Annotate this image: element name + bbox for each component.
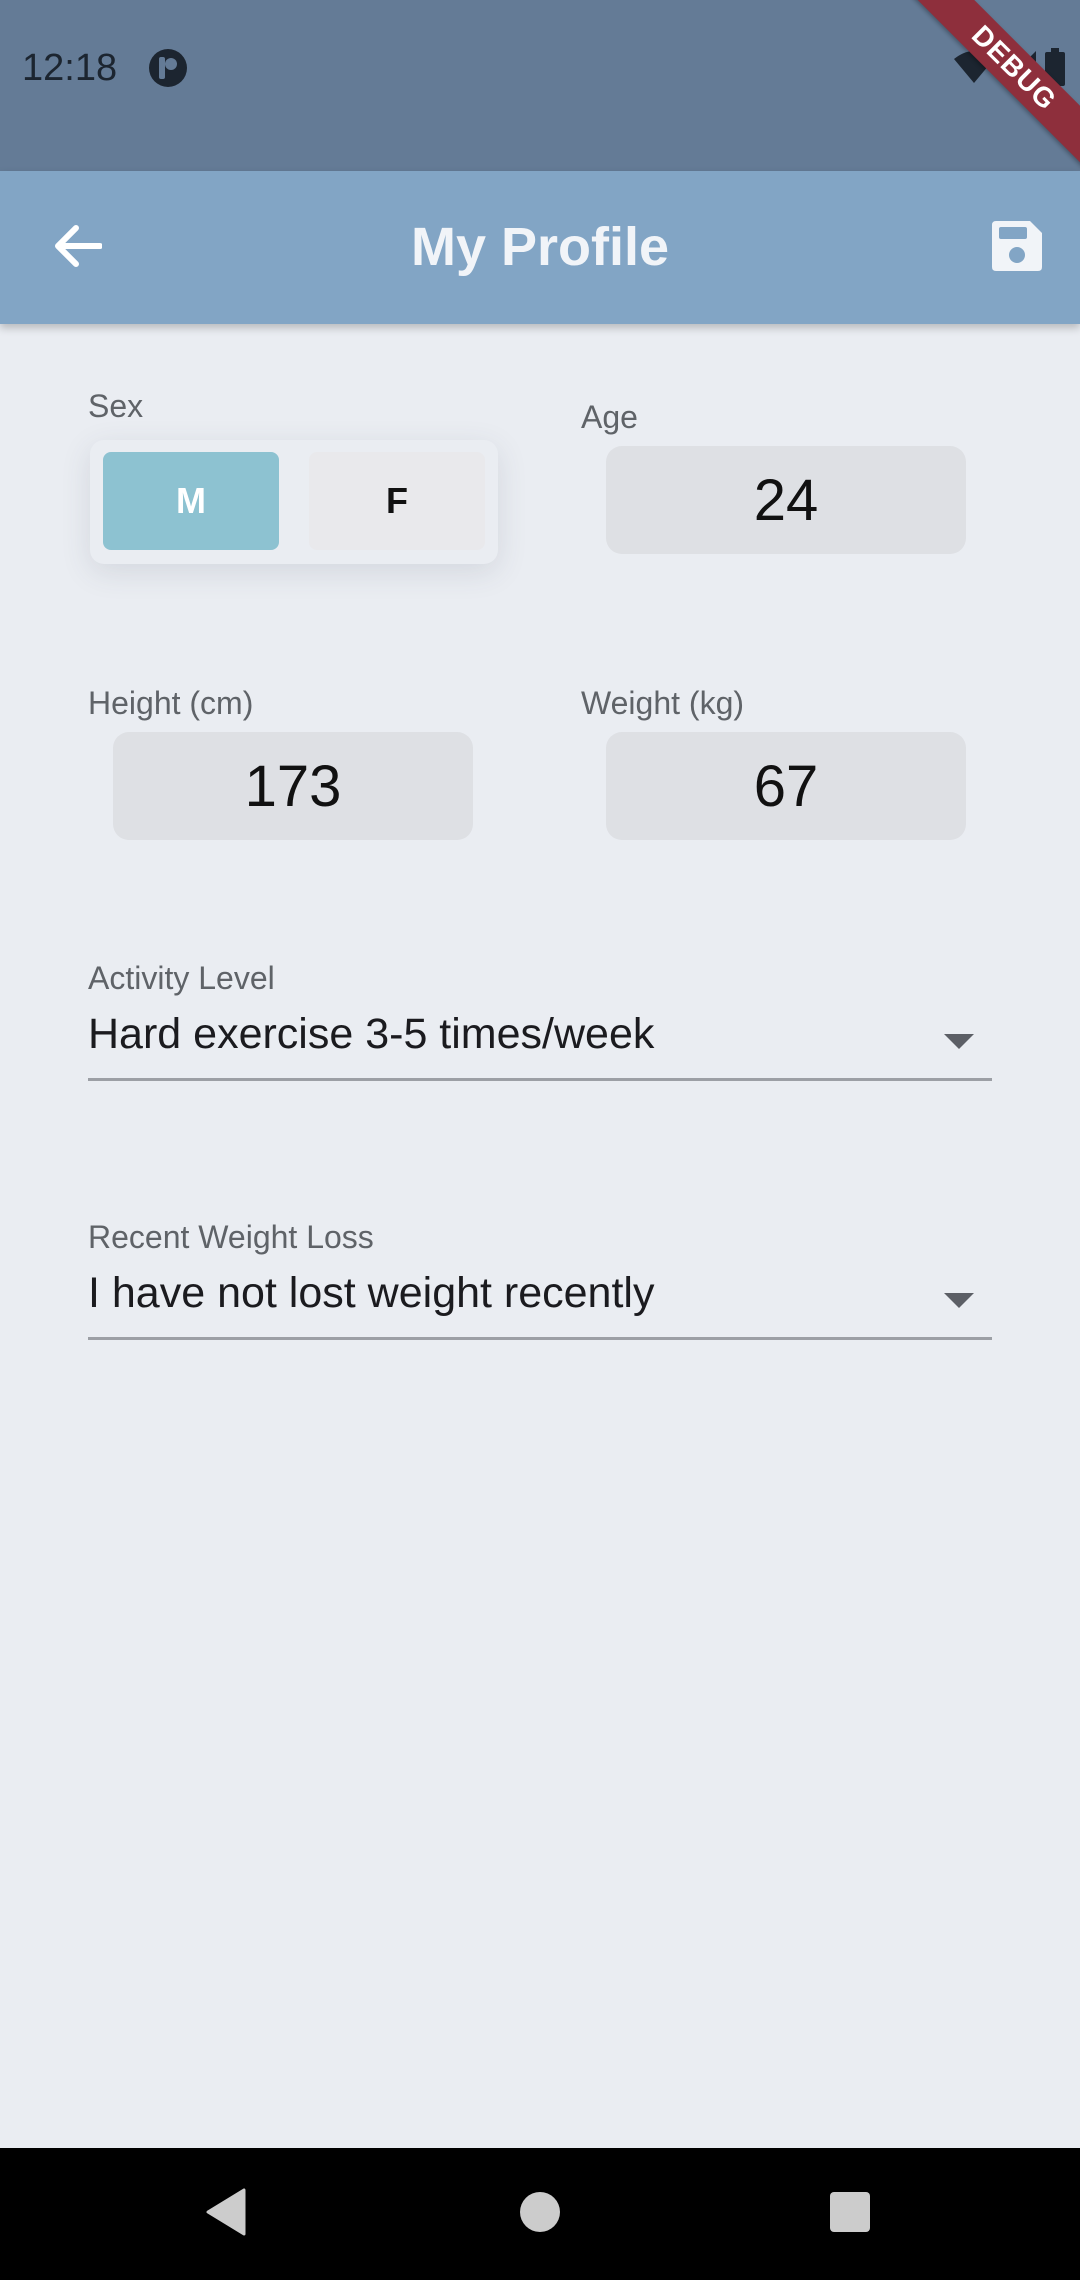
back-button[interactable] (40, 211, 114, 285)
sex-toggle: M F (90, 440, 498, 564)
battery-icon (1044, 48, 1066, 91)
page-title: My Profile (410, 217, 670, 277)
signal-icon (1002, 49, 1038, 90)
activity-level-label: Activity Level (88, 960, 275, 996)
system-nav-bar (0, 2148, 1080, 2280)
nav-home-button[interactable] (496, 2170, 584, 2258)
save-button[interactable] (978, 209, 1056, 287)
wifi-icon (952, 49, 996, 90)
save-icon (990, 219, 1044, 278)
status-time: 12:18 (22, 47, 118, 89)
sex-option-male[interactable]: M (103, 452, 279, 550)
activity-level-dropdown[interactable]: Activity Level Hard exercise 3-5 times/w… (88, 960, 992, 1081)
recent-weight-loss-dropdown[interactable]: Recent Weight Loss I have not lost weigh… (88, 1219, 992, 1340)
arrow-back-icon (52, 224, 103, 273)
age-field[interactable]: 24 (606, 446, 966, 554)
dropdown-arrow-icon (944, 1293, 974, 1308)
recent-weight-loss-label: Recent Weight Loss (88, 1219, 374, 1255)
recents-square-icon (828, 2190, 872, 2239)
status-icons (952, 48, 1066, 91)
activity-level-value: Hard exercise 3-5 times/week (88, 1010, 655, 1058)
nav-recents-button[interactable] (806, 2170, 894, 2258)
age-label: Age (581, 399, 638, 435)
app-bar: My Profile (0, 171, 1080, 324)
weight-field[interactable]: 67 (606, 732, 966, 840)
sex-label: Sex (88, 388, 144, 424)
height-label: Height (cm) (88, 685, 254, 721)
height-field[interactable]: 173 (113, 732, 473, 840)
back-triangle-icon (204, 2188, 248, 2241)
recent-weight-loss-value: I have not lost weight recently (88, 1269, 655, 1317)
dropdown-arrow-icon (944, 1034, 974, 1049)
weight-label: Weight (kg) (581, 685, 745, 721)
sex-option-female[interactable]: F (309, 452, 485, 550)
status-bar: 12:18 DEBUG (0, 0, 1080, 171)
nav-back-button[interactable] (182, 2170, 270, 2258)
home-circle-icon (518, 2190, 562, 2239)
notification-app-icon (148, 48, 188, 88)
